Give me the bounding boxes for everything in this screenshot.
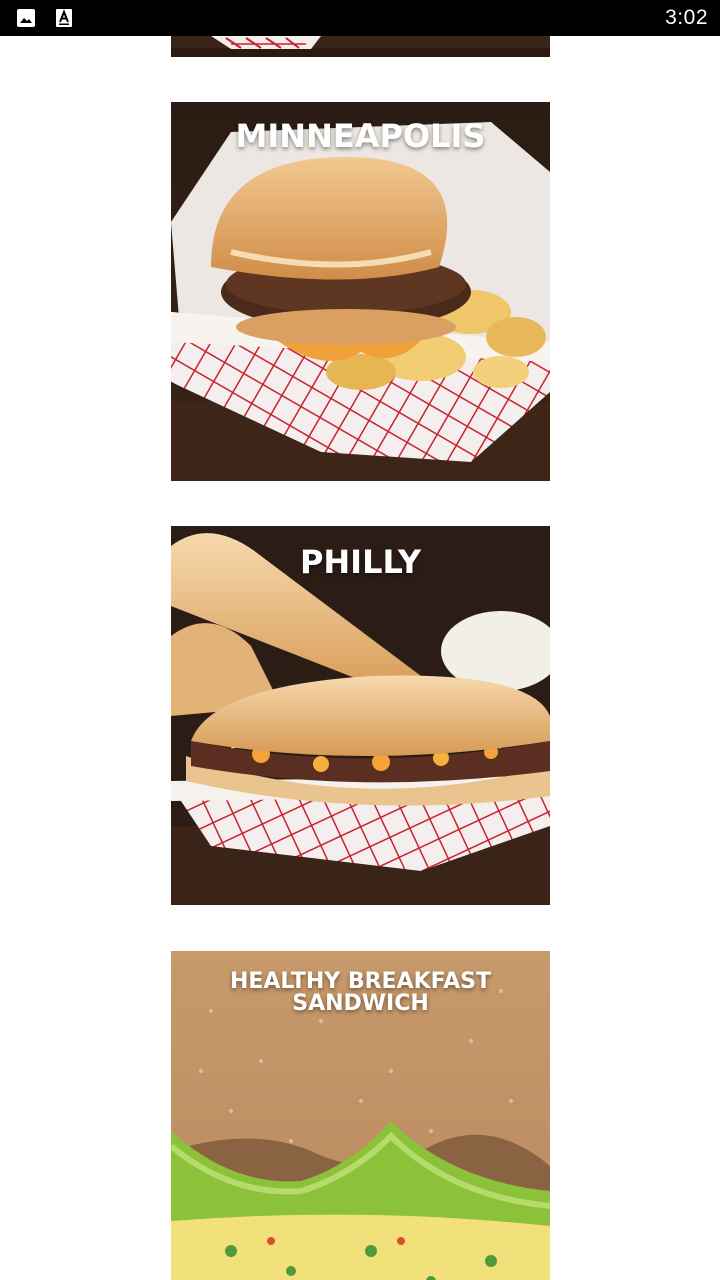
card-title: MINNEAPOLIS [235, 117, 486, 155]
food-image [171, 36, 550, 57]
recipe-card-partial[interactable] [171, 36, 550, 57]
recipe-card-philly[interactable]: PHILLY [171, 526, 550, 905]
status-icons [16, 8, 74, 28]
recipe-card-minneapolis[interactable]: MINNEAPOLIS [171, 102, 550, 481]
food-image-burger [171, 102, 550, 481]
food-image-cheesesteak [171, 526, 550, 905]
card-title-line-2: SANDWICH [292, 991, 429, 1016]
status-time: 3:02 [665, 6, 708, 29]
image-icon [17, 9, 35, 27]
recipe-feed[interactable]: MINNEAPOLIS PHILLY HEALTHY BREAKFAST SAN… [0, 36, 720, 1280]
card-title-line-1: HEALTHY BREAKFAST [229, 969, 492, 994]
status-bar: 3:02 [0, 0, 720, 36]
font-icon [56, 9, 72, 27]
recipe-card-healthy-breakfast-sandwich[interactable]: HEALTHY BREAKFAST SANDWICH [171, 951, 550, 1280]
card-title: PHILLY [299, 543, 422, 581]
